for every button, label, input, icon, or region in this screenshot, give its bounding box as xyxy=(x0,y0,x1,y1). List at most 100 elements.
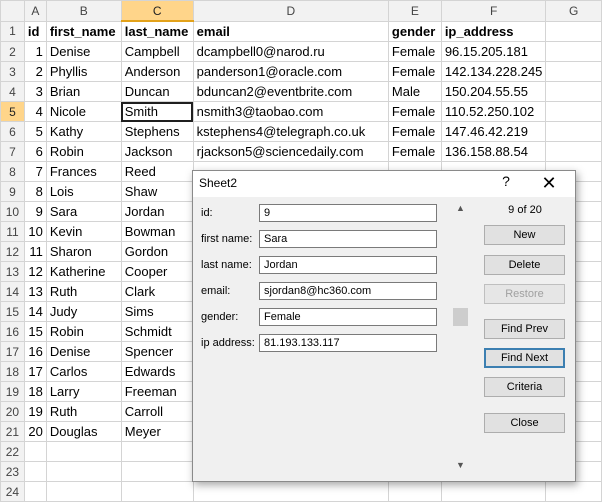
cell-c15[interactable]: Sims xyxy=(120,301,194,322)
cell-a6[interactable]: 5 xyxy=(23,121,47,142)
row-header[interactable]: 5 xyxy=(0,101,25,122)
cell-b17[interactable]: Denise xyxy=(45,341,122,362)
row-header[interactable]: 11 xyxy=(0,221,25,242)
cell-g7[interactable] xyxy=(545,141,602,162)
column-header-c[interactable]: C xyxy=(120,0,194,22)
cell-b8[interactable]: Frances xyxy=(45,161,122,182)
cell-c23[interactable] xyxy=(120,461,194,482)
cell-c10[interactable]: Jordan xyxy=(120,201,194,222)
row-header[interactable]: 20 xyxy=(0,401,25,422)
column-header-f[interactable]: F xyxy=(440,0,547,22)
cell-a13[interactable]: 12 xyxy=(23,261,47,282)
row-header[interactable]: 6 xyxy=(0,121,25,142)
cell-a2[interactable]: 1 xyxy=(23,41,47,62)
cell-a8[interactable]: 7 xyxy=(23,161,47,182)
cell-c9[interactable]: Shaw xyxy=(120,181,194,202)
row-header[interactable]: 10 xyxy=(0,201,25,222)
cell-a19[interactable]: 18 xyxy=(23,381,47,402)
row-header[interactable]: 8 xyxy=(0,161,25,182)
scroll-up-icon[interactable]: ▲ xyxy=(453,203,468,218)
cell-c19[interactable]: Freeman xyxy=(120,381,194,402)
cell-a16[interactable]: 15 xyxy=(23,321,47,342)
cell-d7[interactable]: rjackson5@sciencedaily.com xyxy=(192,141,389,162)
cell-f4[interactable]: 150.204.55.55 xyxy=(440,81,547,102)
cell-b11[interactable]: Kevin xyxy=(45,221,122,242)
cell-d4[interactable]: bduncan2@eventbrite.com xyxy=(192,81,389,102)
cell-e7[interactable]: Female xyxy=(387,141,442,162)
cell-c14[interactable]: Clark xyxy=(120,281,194,302)
find-next-button[interactable]: Find Next xyxy=(484,348,565,368)
column-header-a[interactable]: A xyxy=(23,0,47,22)
cell-b1[interactable]: first_name xyxy=(45,20,122,42)
record-scrollbar[interactable]: ▲ ▼ xyxy=(453,203,468,475)
column-header-b[interactable]: B xyxy=(45,0,122,22)
row-header[interactable]: 19 xyxy=(0,381,25,402)
cell-c12[interactable]: Gordon xyxy=(120,241,194,262)
row-header[interactable]: 22 xyxy=(0,441,25,462)
row-header[interactable]: 14 xyxy=(0,281,25,302)
cell-c3[interactable]: Anderson xyxy=(120,61,194,82)
row-header[interactable]: 7 xyxy=(0,141,25,162)
cell-b24[interactable] xyxy=(45,481,122,502)
cell-f5[interactable]: 110.52.250.102 xyxy=(440,101,547,122)
cell-d6[interactable]: kstephens4@telegraph.co.uk xyxy=(192,121,389,142)
cell-g24[interactable] xyxy=(545,481,602,502)
cell-c24[interactable] xyxy=(120,481,194,502)
cell-b12[interactable]: Sharon xyxy=(45,241,122,262)
cell-e3[interactable]: Female xyxy=(387,61,442,82)
cell-a21[interactable]: 20 xyxy=(23,421,47,442)
cell-c7[interactable]: Jackson xyxy=(120,141,194,162)
cell-a15[interactable]: 14 xyxy=(23,301,47,322)
column-header-g[interactable]: G xyxy=(545,0,602,22)
cell-b6[interactable]: Kathy xyxy=(45,121,122,142)
cell-a22[interactable] xyxy=(23,441,47,462)
cell-b18[interactable]: Carlos xyxy=(45,361,122,382)
cell-e5[interactable]: Female xyxy=(387,101,442,122)
cell-d24[interactable] xyxy=(192,481,389,502)
restore-button[interactable]: Restore xyxy=(484,284,565,304)
scroll-thumb[interactable] xyxy=(453,308,468,326)
select-all-corner[interactable] xyxy=(0,0,25,22)
cell-f24[interactable] xyxy=(440,481,547,502)
cell-a3[interactable]: 2 xyxy=(23,61,47,82)
new-button[interactable]: New xyxy=(484,225,565,245)
cell-g3[interactable] xyxy=(545,61,602,82)
cell-c6[interactable]: Stephens xyxy=(120,121,194,142)
find-prev-button[interactable]: Find Prev xyxy=(484,319,565,339)
cell-b5[interactable]: Nicole xyxy=(45,101,122,122)
cell-c17[interactable]: Spencer xyxy=(120,341,194,362)
email-field[interactable]: sjordan8@hc360.com xyxy=(259,282,437,300)
cell-d1[interactable]: email xyxy=(192,20,389,42)
cell-b20[interactable]: Ruth xyxy=(45,401,122,422)
row-header[interactable]: 18 xyxy=(0,361,25,382)
cell-g4[interactable] xyxy=(545,81,602,102)
cell-a12[interactable]: 11 xyxy=(23,241,47,262)
cell-f2[interactable]: 96.15.205.181 xyxy=(440,41,547,62)
row-header[interactable]: 17 xyxy=(0,341,25,362)
cell-c16[interactable]: Schmidt xyxy=(120,321,194,342)
cell-a24[interactable] xyxy=(23,481,47,502)
cell-c22[interactable] xyxy=(120,441,194,462)
row-header[interactable]: 21 xyxy=(0,421,25,442)
row-header[interactable]: 13 xyxy=(0,261,25,282)
cell-b3[interactable]: Phyllis xyxy=(45,61,122,82)
ip-address-field[interactable]: 81.193.133.117 xyxy=(259,334,437,352)
cell-a20[interactable]: 19 xyxy=(23,401,47,422)
cell-c18[interactable]: Edwards xyxy=(120,361,194,382)
last-name-field[interactable]: Jordan xyxy=(259,256,437,274)
row-header[interactable]: 23 xyxy=(0,461,25,482)
cell-b10[interactable]: Sara xyxy=(45,201,122,222)
cell-a5[interactable]: 4 xyxy=(23,101,47,122)
cell-d2[interactable]: dcampbell0@narod.ru xyxy=(192,41,389,62)
cell-g1[interactable] xyxy=(545,20,602,42)
column-header-e[interactable]: E xyxy=(387,0,442,22)
row-header[interactable]: 12 xyxy=(0,241,25,262)
id-field[interactable]: 9 xyxy=(259,204,437,222)
cell-b2[interactable]: Denise xyxy=(45,41,122,62)
criteria-button[interactable]: Criteria xyxy=(484,377,565,397)
row-header[interactable]: 9 xyxy=(0,181,25,202)
cell-b19[interactable]: Larry xyxy=(45,381,122,402)
cell-e2[interactable]: Female xyxy=(387,41,442,62)
cell-b21[interactable]: Douglas xyxy=(45,421,122,442)
cell-f6[interactable]: 147.46.42.219 xyxy=(440,121,547,142)
